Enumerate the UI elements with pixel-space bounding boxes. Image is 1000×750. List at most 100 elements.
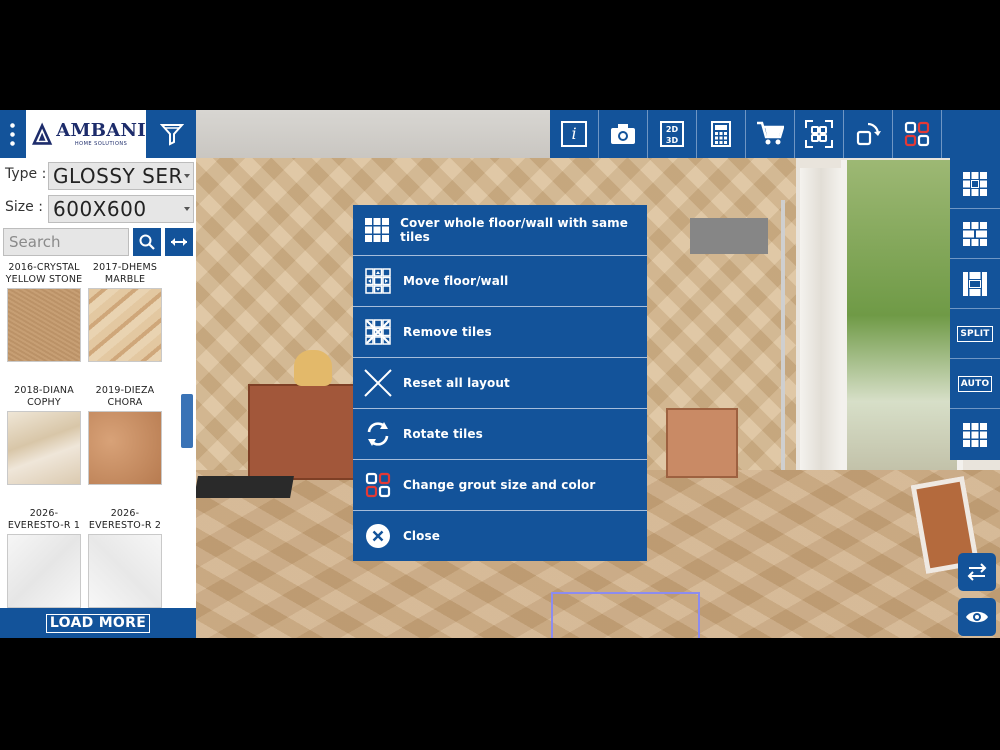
2d-label: 2D bbox=[665, 125, 679, 134]
grid-layout-icon bbox=[904, 121, 930, 147]
menu-item-label: Close bbox=[403, 529, 440, 543]
side-cabinet bbox=[666, 408, 738, 478]
tile-card[interactable]: 2026- EVERESTO-R 1 bbox=[4, 508, 84, 608]
type-label: Type : bbox=[5, 166, 47, 182]
size-value: 600X600 bbox=[53, 197, 147, 221]
brand-mark-icon bbox=[32, 122, 53, 145]
menu-item-close[interactable]: Close bbox=[353, 511, 647, 561]
swap-arrows-icon bbox=[967, 563, 987, 581]
tile-name: 2026- EVERESTO-R 1 bbox=[7, 508, 81, 531]
menu-item-reset[interactable]: Reset all layout bbox=[353, 358, 647, 409]
chevron-down-icon bbox=[184, 174, 190, 178]
grid-button[interactable] bbox=[950, 410, 1000, 459]
menu-item-cover[interactable]: Cover whole floor/wall with same tiles bbox=[353, 205, 647, 256]
info-button[interactable]: i bbox=[550, 110, 599, 158]
tile-swatch bbox=[7, 534, 81, 608]
expand-sidebar-button[interactable] bbox=[165, 228, 193, 256]
brand-tagline: HOME SOLUTIONS bbox=[74, 141, 128, 147]
filter-icon[interactable] bbox=[148, 110, 196, 158]
table bbox=[196, 476, 294, 498]
menu-item-remove[interactable]: Remove tiles bbox=[353, 307, 647, 358]
auto-button[interactable]: AUTO bbox=[950, 360, 1000, 409]
floor-lamp bbox=[690, 218, 768, 254]
view-2d-3d-button[interactable]: 2D 3D bbox=[648, 110, 697, 158]
3d-label: 3D bbox=[665, 136, 679, 145]
pattern-3-button[interactable] bbox=[950, 260, 1000, 309]
catalog-scroll-thumb[interactable] bbox=[181, 394, 193, 448]
top-toolbar: i 2D 3D bbox=[550, 110, 1000, 158]
cart-button[interactable] bbox=[746, 110, 795, 158]
cabinet bbox=[248, 384, 362, 480]
rotate-tiles-icon bbox=[367, 422, 389, 446]
type-value: GLOSSY SER bbox=[53, 164, 183, 188]
tile-pattern-3-icon bbox=[963, 272, 987, 296]
tile-pattern-1-icon bbox=[963, 172, 987, 196]
tile-swatch bbox=[88, 534, 162, 608]
rotate-view-icon bbox=[856, 122, 881, 146]
grout-icon bbox=[365, 472, 391, 498]
load-more-button[interactable]: LOAD MORE bbox=[0, 608, 196, 638]
pattern-2-button[interactable] bbox=[950, 210, 1000, 259]
split-button[interactable]: SPLIT bbox=[950, 310, 1000, 359]
search-button[interactable] bbox=[133, 228, 161, 256]
tile-name: 2017-DHEMS MARBLE bbox=[92, 262, 158, 285]
tile-name: 2019-DIEZA CHORA bbox=[95, 385, 155, 408]
tile-card[interactable]: 2017-DHEMS MARBLE bbox=[85, 262, 165, 362]
close-icon bbox=[366, 524, 390, 548]
2d-3d-toggle-icon: 2D 3D bbox=[660, 121, 684, 147]
pattern-1-button[interactable] bbox=[950, 160, 1000, 209]
brand-logo: AMBANI HOME SOLUTIONS bbox=[26, 110, 146, 158]
chevron-down-icon bbox=[184, 207, 190, 211]
more-vertical-icon[interactable] bbox=[0, 110, 24, 158]
eye-icon bbox=[966, 611, 988, 623]
search-icon bbox=[139, 234, 155, 250]
size-label: Size : bbox=[5, 199, 43, 215]
search-input[interactable] bbox=[3, 228, 129, 256]
size-filter-row: Size : 600X600 bbox=[0, 192, 196, 224]
menu-item-label: Reset all layout bbox=[403, 376, 510, 390]
tile-swatch bbox=[7, 288, 81, 362]
tile-visualizer-app: AMBANI HOME SOLUTIONS i 2D 3D Type: GLO… bbox=[0, 110, 1000, 638]
curtain bbox=[800, 168, 842, 488]
menu-item-label: Move floor/wall bbox=[403, 274, 509, 288]
menu-item-grout[interactable]: Change grout size and color bbox=[353, 460, 647, 511]
rotate-view-button[interactable] bbox=[844, 110, 893, 158]
tile-card[interactable]: 2016-CRYSTAL YELLOW STONE bbox=[4, 262, 84, 362]
camera-button[interactable] bbox=[599, 110, 648, 158]
menu-item-label: Change grout size and color bbox=[403, 478, 596, 492]
tile-pattern-2-icon bbox=[963, 222, 987, 246]
tile-catalog-list: 2016-CRYSTAL YELLOW STONE 2017-DHEMS MARBL… bbox=[0, 262, 180, 608]
move-floor-icon bbox=[365, 268, 391, 294]
tile-swatch bbox=[7, 411, 81, 485]
calculator-icon bbox=[711, 121, 731, 147]
layouts-button[interactable] bbox=[893, 110, 942, 158]
tile-name: 2016-CRYSTAL YELLOW STONE bbox=[5, 262, 83, 285]
tile-card[interactable]: 2019-DIEZA CHORA bbox=[85, 385, 165, 485]
type-select[interactable]: GLOSSY SER bbox=[48, 162, 194, 190]
load-more-label: LOAD MORE bbox=[45, 613, 151, 633]
split-label: SPLIT bbox=[957, 326, 993, 342]
window bbox=[841, 160, 963, 505]
fullscreen-button[interactable] bbox=[795, 110, 844, 158]
tile-swatch bbox=[88, 411, 162, 485]
calculator-button[interactable] bbox=[697, 110, 746, 158]
tile-card[interactable]: 2026- EVERESTO-R 2 bbox=[85, 508, 165, 608]
tile-name: 2018-DIANA COPHY bbox=[14, 385, 74, 408]
menu-item-label: Remove tiles bbox=[403, 325, 492, 339]
size-select[interactable]: 600X600 bbox=[48, 195, 194, 223]
top-left-bar: AMBANI HOME SOLUTIONS bbox=[0, 110, 196, 158]
menu-item-rotate[interactable]: Rotate tiles bbox=[353, 409, 647, 460]
tile-card[interactable]: 2018-DIANA COPHY bbox=[4, 385, 84, 485]
cover-tiles-icon bbox=[364, 218, 389, 242]
tile-grid-icon bbox=[963, 422, 987, 447]
cart-icon bbox=[757, 121, 784, 145]
reset-layout-icon bbox=[364, 369, 392, 397]
swap-button[interactable] bbox=[958, 553, 996, 591]
brand-name: AMBANI bbox=[56, 120, 146, 141]
menu-item-label: Cover whole floor/wall with same tiles bbox=[400, 216, 628, 244]
menu-item-move[interactable]: Move floor/wall bbox=[353, 256, 647, 307]
tile-selection-outline bbox=[551, 592, 700, 638]
type-filter-row: Type : GLOSSY SER bbox=[0, 159, 196, 191]
preview-button[interactable] bbox=[958, 598, 996, 636]
fullscreen-icon bbox=[805, 120, 833, 148]
